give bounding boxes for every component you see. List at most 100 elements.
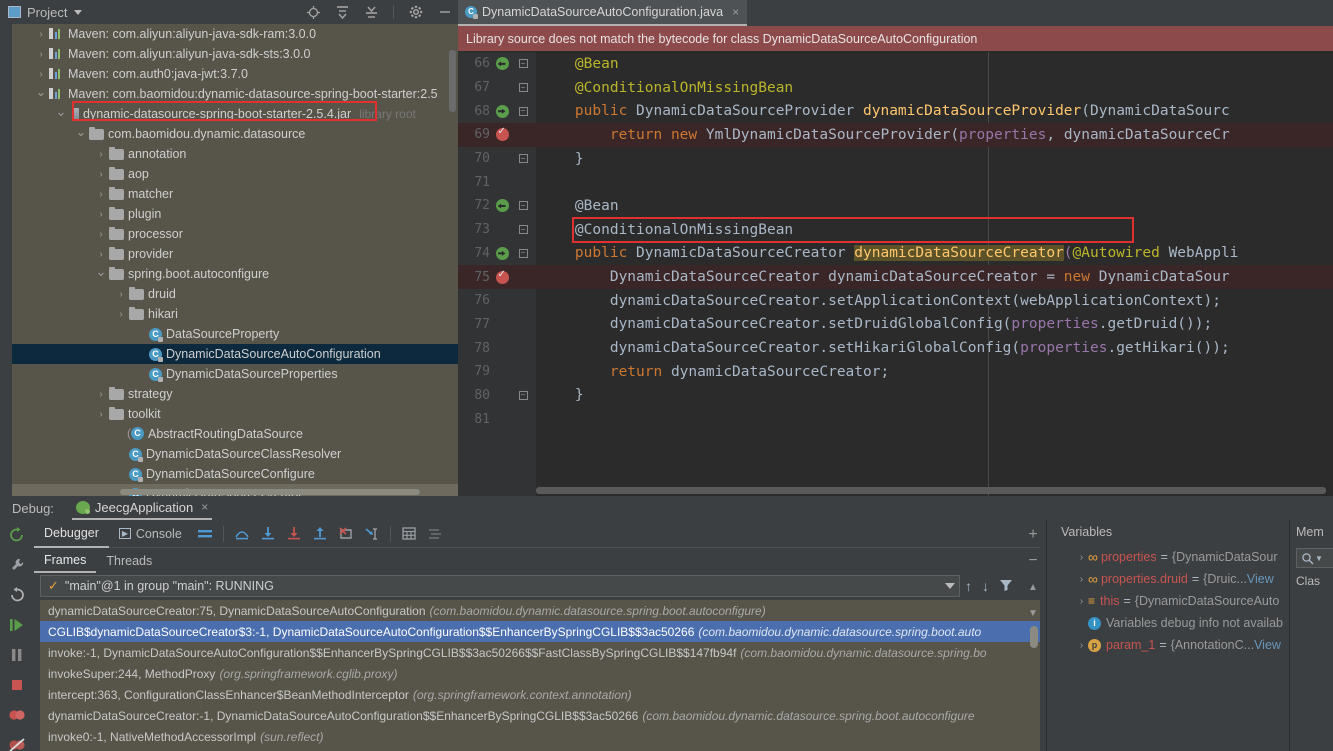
chevron-down-icon[interactable]: ⌄ bbox=[36, 84, 47, 99]
code-line[interactable]: 69 return new YmlDynamicDataSourceProvid… bbox=[458, 123, 1333, 147]
frames-scrollbar[interactable] bbox=[1030, 626, 1038, 648]
drop-frame-icon[interactable] bbox=[333, 521, 359, 547]
chevron-right-icon[interactable]: › bbox=[1075, 640, 1088, 651]
up-icon[interactable]: ▲ bbox=[1021, 574, 1045, 600]
code-line[interactable]: 81 bbox=[458, 407, 1333, 431]
fold-toggle-icon[interactable]: − bbox=[512, 248, 534, 258]
tree-node[interactable]: › Maven: com.aliyun:aliyun-java-sdk-sts:3… bbox=[12, 44, 458, 64]
code-line[interactable]: 72 − @Bean bbox=[458, 194, 1333, 218]
chevron-down-icon[interactable]: ⌄ bbox=[76, 124, 87, 139]
project-tree-horizontal-scrollbar[interactable] bbox=[120, 489, 420, 495]
code-line[interactable]: 74 − public DynamicDataSourceCreator dyna… bbox=[458, 242, 1333, 266]
close-icon[interactable]: × bbox=[201, 500, 208, 514]
frame-row[interactable]: dynamicDataSourceCreator:75, DynamicData… bbox=[40, 600, 1040, 621]
tab-threads[interactable]: Threads bbox=[96, 548, 162, 573]
frame-row[interactable]: intercept:363, ConfigurationClassEnhance… bbox=[40, 684, 1040, 705]
plus-icon[interactable]: + bbox=[1021, 522, 1045, 548]
chevron-right-icon[interactable]: › bbox=[1075, 574, 1088, 585]
chevron-right-icon[interactable]: › bbox=[116, 289, 126, 300]
tab-frames[interactable]: Frames bbox=[34, 548, 97, 573]
tree-node[interactable]: ⌄ spring.boot.autoconfigure bbox=[12, 264, 458, 284]
tree-node[interactable]: › hikari bbox=[12, 304, 458, 324]
chevron-down-icon[interactable] bbox=[945, 583, 955, 589]
tree-node[interactable]: › plugin bbox=[12, 204, 458, 224]
fold-toggle-icon[interactable]: − bbox=[512, 154, 534, 164]
pause-icon[interactable] bbox=[0, 640, 34, 670]
chevron-right-icon[interactable]: › bbox=[96, 149, 106, 160]
chevron-down-icon[interactable]: ⌄ bbox=[56, 104, 67, 119]
variable-row[interactable]: › ∞ properties = {DynamicDataSour bbox=[1075, 546, 1290, 568]
tree-node[interactable]: ⌄ com.baomidou.dynamic.datasource bbox=[12, 124, 458, 144]
chevron-right-icon[interactable]: › bbox=[36, 29, 46, 40]
restart-icon[interactable] bbox=[0, 580, 34, 610]
settings-wrench-icon[interactable] bbox=[0, 550, 34, 580]
expand-all-icon[interactable] bbox=[335, 5, 350, 20]
code-line[interactable]: 75 DynamicDataSourceCreator dynamicDataS… bbox=[458, 265, 1333, 289]
tree-node[interactable]: C DataSourceProperty bbox=[12, 324, 458, 344]
step-into-icon[interactable] bbox=[255, 521, 281, 547]
tree-node[interactable]: › processor bbox=[12, 224, 458, 244]
settings-list-icon[interactable] bbox=[422, 521, 448, 547]
breakpoint-icon[interactable] bbox=[492, 126, 512, 142]
tree-node[interactable]: C DynamicDataSourceAutoConfiguration bbox=[12, 344, 458, 364]
tree-node[interactable]: › toolkit bbox=[12, 404, 458, 424]
tree-node[interactable]: ⌄ dynamic-datasource-spring-boot-starter-… bbox=[12, 104, 458, 124]
chevron-right-icon[interactable]: › bbox=[1075, 552, 1088, 563]
locate-icon[interactable] bbox=[306, 5, 321, 20]
down-icon[interactable]: ▼ bbox=[1021, 600, 1045, 626]
memory-search-input[interactable]: ▼ bbox=[1296, 548, 1333, 568]
chevron-down-icon[interactable] bbox=[74, 9, 83, 15]
fold-toggle-icon[interactable]: − bbox=[512, 225, 534, 235]
chevron-right-icon[interactable]: › bbox=[96, 169, 106, 180]
editor-horizontal-scrollbar[interactable] bbox=[536, 487, 1326, 494]
bean-right-icon[interactable] bbox=[492, 246, 512, 260]
bean-icon[interactable] bbox=[492, 199, 512, 213]
fold-toggle-icon[interactable]: − bbox=[512, 59, 534, 69]
filter-icon[interactable] bbox=[999, 578, 1013, 595]
chevron-right-icon[interactable]: › bbox=[116, 309, 126, 320]
code-line[interactable]: 67 − @ConditionalOnMissingBean bbox=[458, 76, 1333, 100]
tree-node[interactable]: C AbstractRoutingDataSource bbox=[12, 424, 458, 444]
layout-icon[interactable] bbox=[192, 521, 218, 547]
tree-node[interactable]: › aop bbox=[12, 164, 458, 184]
minimize-icon[interactable] bbox=[437, 5, 452, 20]
up-arrow-icon[interactable]: ↑ bbox=[965, 578, 972, 594]
collapse-all-icon[interactable] bbox=[364, 5, 379, 20]
tree-node[interactable]: C DynamicDataSourceConfigure bbox=[12, 464, 458, 484]
fold-toggle-icon[interactable]: − bbox=[512, 83, 534, 93]
variable-row[interactable]: › p param_1 = {AnnotationC... View bbox=[1075, 634, 1290, 656]
bean-icon[interactable] bbox=[492, 57, 512, 71]
chevron-right-icon[interactable]: › bbox=[36, 49, 46, 60]
code-line[interactable]: 80 − } bbox=[458, 384, 1333, 408]
code-line[interactable]: 76 dynamicDataSourceCreator.setApplicati… bbox=[458, 289, 1333, 313]
project-tree[interactable]: › Maven: com.aliyun:aliyun-java-sdk-ram:3… bbox=[12, 24, 458, 496]
variable-row[interactable]: › ≡ this = {DynamicDataSourceAuto bbox=[1075, 590, 1290, 612]
chevron-right-icon[interactable]: › bbox=[96, 389, 106, 400]
tree-node[interactable]: › annotation bbox=[12, 144, 458, 164]
tree-node[interactable]: C DynamicDataSourceClassResolver bbox=[12, 444, 458, 464]
chevron-right-icon[interactable]: › bbox=[96, 189, 106, 200]
down-arrow-icon[interactable]: ↓ bbox=[982, 578, 989, 594]
code-line[interactable]: 68 − public DynamicDataSourceProvider dyn… bbox=[458, 99, 1333, 123]
resume-icon[interactable] bbox=[0, 610, 34, 640]
tree-node[interactable]: › druid bbox=[12, 284, 458, 304]
chevron-right-icon[interactable]: › bbox=[36, 69, 46, 80]
chevron-right-icon[interactable]: › bbox=[96, 209, 106, 220]
tree-node[interactable]: › matcher bbox=[12, 184, 458, 204]
evaluate-expression-icon[interactable] bbox=[396, 521, 422, 547]
chevron-right-icon[interactable]: › bbox=[96, 229, 106, 240]
thread-selector[interactable]: ✓ "main"@1 in group "main": RUNNING bbox=[40, 575, 960, 597]
code-line[interactable]: 66 − @Bean bbox=[458, 52, 1333, 76]
variable-row[interactable]: i Variables debug info not availab bbox=[1075, 612, 1290, 634]
step-over-icon[interactable] bbox=[229, 521, 255, 547]
view-link[interactable]: View bbox=[1254, 638, 1281, 652]
tree-node[interactable]: › strategy bbox=[12, 384, 458, 404]
breakpoint-icon[interactable] bbox=[492, 269, 512, 284]
step-out-icon[interactable] bbox=[307, 521, 333, 547]
tree-node[interactable]: › Maven: com.auth0:java-jwt:3.7.0 bbox=[12, 64, 458, 84]
chevron-right-icon[interactable]: › bbox=[96, 409, 106, 420]
editor-tab-DynamicDataSourceAutoConfiguration[interactable]: C DynamicDataSourceAutoConfiguration.jav… bbox=[458, 0, 748, 26]
fold-toggle-icon[interactable]: − bbox=[512, 201, 534, 211]
frame-row[interactable]: invoke0:-1, NativeMethodAccessorImpl (sun… bbox=[40, 726, 1040, 747]
variables-list[interactable]: › ∞ properties = {DynamicDataSour › ∞ propertie… bbox=[1075, 546, 1290, 751]
